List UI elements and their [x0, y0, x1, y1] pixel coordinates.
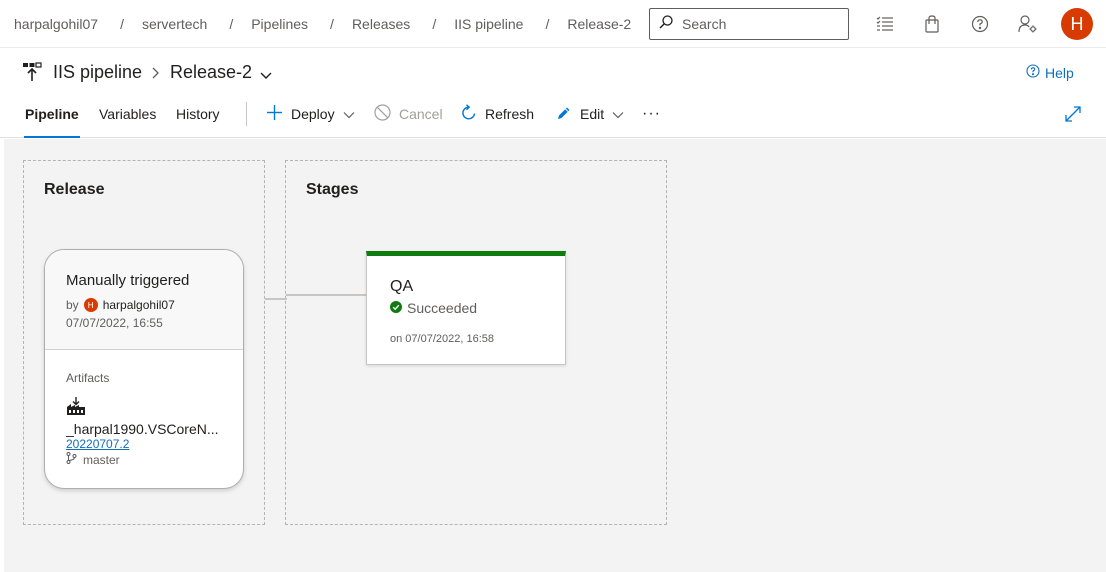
more-label: ··· — [642, 105, 661, 122]
top-navigation-bar: harpalgohil07 / servertech / Pipelines /… — [0, 0, 1106, 48]
breadcrumb-separator: / — [120, 16, 124, 32]
refresh-icon — [461, 104, 477, 124]
stage-date: on 07/07/2022, 16:58 — [390, 333, 494, 345]
trigger-timestamp: 07/07/2022, 16:55 — [66, 316, 163, 330]
release-title: Release-2 — [170, 62, 253, 82]
stage-name: QA — [390, 278, 414, 295]
help-icon — [1026, 64, 1040, 81]
search-input[interactable] — [682, 16, 842, 32]
help-circle-icon[interactable] — [968, 12, 992, 36]
toolbar-divider — [246, 102, 247, 126]
artifact-version-link[interactable]: 20220707.2 — [66, 437, 129, 451]
breadcrumb-pipeline[interactable]: IIS pipeline — [454, 16, 523, 32]
user-avatar[interactable]: H — [1061, 8, 1093, 40]
triggered-by: by H harpalgohil07 — [66, 298, 175, 312]
help-link[interactable]: Help — [1026, 64, 1074, 81]
release-header: IIS pipeline Release-2 Help — [0, 48, 1106, 98]
breadcrumb-separator: / — [432, 16, 437, 32]
search-icon — [658, 14, 674, 35]
deploy-label: Deploy — [291, 106, 335, 122]
breadcrumb-separator: / — [545, 16, 550, 32]
stage-status: Succeeded — [390, 300, 477, 316]
expand-icon[interactable] — [1064, 105, 1082, 128]
breadcrumb-release[interactable]: Release-2 — [567, 16, 631, 32]
search-box[interactable] — [649, 8, 849, 40]
trigger-user: harpalgohil07 — [102, 298, 175, 312]
stage-status-label: Succeeded — [407, 300, 478, 316]
breadcrumb-releases[interactable]: Releases — [352, 16, 410, 32]
tab-pipeline[interactable]: Pipeline — [24, 106, 80, 138]
branch-name: master — [83, 452, 120, 467]
cancel-button[interactable]: Cancel — [374, 104, 443, 124]
cancel-icon — [374, 104, 391, 124]
by-label: by — [66, 298, 79, 312]
cancel-label: Cancel — [399, 106, 443, 122]
release-panel-title: Release — [44, 181, 105, 198]
more-actions-button[interactable]: ··· — [642, 104, 661, 124]
edit-button[interactable]: Edit — [556, 104, 624, 124]
user-avatar-small: H — [83, 298, 98, 312]
breadcrumb-separator: / — [229, 16, 234, 32]
chevron-down-icon — [612, 106, 624, 122]
breadcrumb-project[interactable]: servertech — [142, 16, 207, 32]
release-toolbar: Pipeline Variables History Deploy Cancel… — [0, 98, 1106, 138]
deploy-button[interactable]: Deploy — [266, 104, 355, 124]
user-settings-icon[interactable] — [1016, 12, 1040, 36]
chevron-down-icon — [343, 106, 355, 122]
edit-label: Edit — [580, 106, 605, 122]
release-trigger-section: Manually triggered by H harpalgohil07 07… — [45, 250, 243, 350]
build-artifact-icon — [66, 396, 86, 421]
artifacts-label: Artifacts — [66, 371, 110, 385]
chevron-down-icon[interactable] — [259, 68, 273, 86]
release-card[interactable]: Manually triggered by H harpalgohil07 07… — [44, 249, 244, 489]
task-list-icon[interactable] — [873, 12, 897, 36]
artifact-branch: master — [66, 452, 120, 467]
chevron-right-icon — [150, 66, 160, 85]
branch-icon — [66, 452, 77, 467]
refresh-label: Refresh — [485, 106, 535, 122]
breadcrumb-organization[interactable]: harpalgohil07 — [14, 16, 98, 32]
tab-variables[interactable]: Variables — [99, 106, 156, 138]
refresh-button[interactable]: Refresh — [461, 104, 534, 124]
help-label: Help — [1045, 64, 1074, 81]
trigger-text: Manually triggered — [66, 272, 190, 289]
breadcrumb-pipelines[interactable]: Pipelines — [251, 16, 308, 32]
shopping-bag-icon[interactable] — [920, 12, 944, 36]
breadcrumb: harpalgohil07 / servertech / Pipelines /… — [14, 0, 631, 48]
pipeline-title-link[interactable]: IIS pipeline — [53, 62, 142, 83]
connector-line — [265, 298, 287, 300]
stages-panel-title: Stages — [306, 181, 359, 198]
stage-card-qa[interactable]: QA Succeeded on 07/07/2022, 16:58 — [366, 251, 566, 365]
pencil-icon — [556, 105, 572, 124]
artifact-name: _harpal1990.VSCoreN... — [66, 421, 219, 437]
release-pipeline-icon — [22, 62, 42, 87]
breadcrumb-separator: / — [330, 16, 334, 32]
tab-history[interactable]: History — [176, 106, 220, 138]
plus-icon — [266, 104, 283, 124]
check-circle-icon — [390, 300, 402, 316]
connector-line — [286, 294, 366, 296]
